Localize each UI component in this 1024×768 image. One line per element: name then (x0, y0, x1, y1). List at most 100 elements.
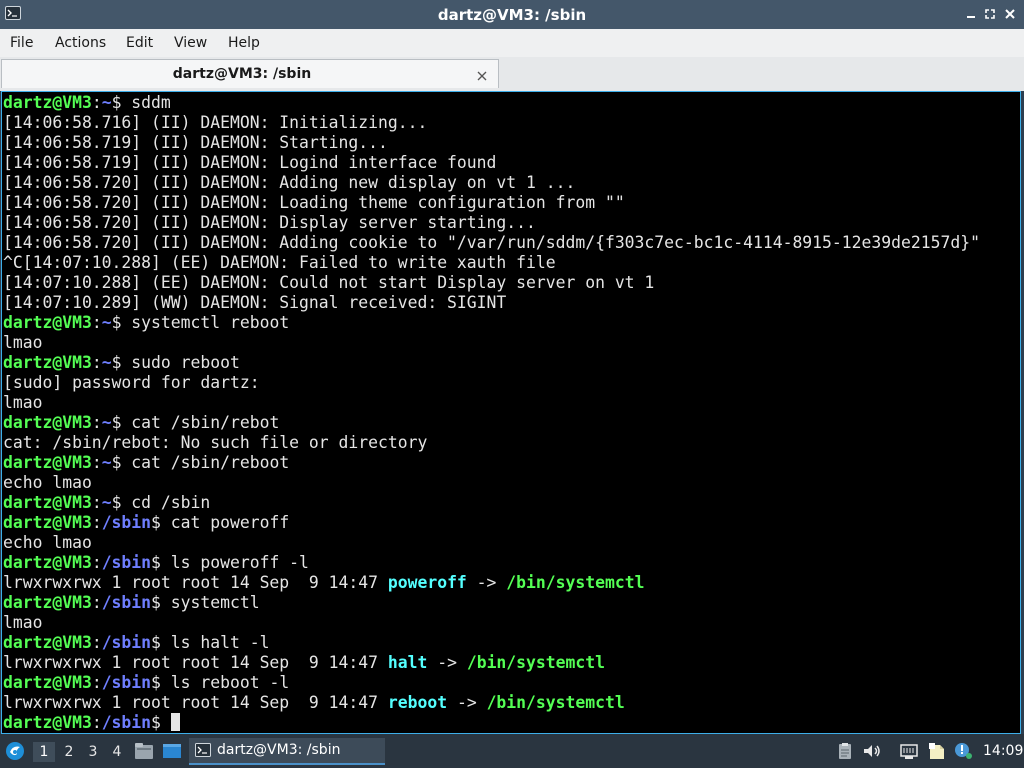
terminal-text: : (91, 593, 102, 612)
terminal-text: $ cat /sbin/reboot (111, 453, 290, 472)
terminal-line: [14:06:58.719] (II) DAEMON: Starting... (3, 133, 980, 153)
show-desktop-button[interactable] (162, 742, 182, 760)
terminal-view[interactable]: dartz@VM3:~$ sddm [14:06:58.716] (II) DAE… (1, 91, 1021, 734)
start-menu-button[interactable] (4, 740, 26, 762)
prompt-user-host: dartz@VM3 (3, 553, 92, 572)
terminal-text: echo lmao (3, 473, 92, 492)
terminal-line: [14:06:58.720] (II) DAEMON: Adding new d… (3, 173, 980, 193)
symlink-name: poweroff (387, 573, 467, 592)
prompt-user-host: dartz@VM3 (3, 313, 92, 332)
terminal-text: [14:06:58.720] (II) DAEMON: Adding new d… (3, 173, 576, 192)
terminal-line: lrwxrwxrwx 1 root root 14 Sep 9 14:47 re… (3, 693, 980, 713)
terminal-line: dartz@VM3:/sbin$ ls poweroff -l (3, 553, 980, 573)
menu-actions[interactable]: Actions (55, 35, 106, 51)
terminal-text: $ ls reboot -l (151, 673, 290, 692)
prompt-path: /sbin (101, 713, 152, 732)
prompt-path: /sbin (101, 633, 152, 652)
terminal-line: dartz@VM3:~$ cd /sbin (3, 493, 980, 513)
terminal-line: [14:06:58.719] (II) DAEMON: Logind inter… (3, 153, 980, 173)
close-button[interactable] (1003, 7, 1017, 21)
terminal-text: [14:07:10.288] (EE) DAEMON: Could not st… (3, 273, 655, 292)
terminal-text: [14:07:10.289] (WW) DAEMON: Signal recei… (3, 293, 507, 312)
terminal-text: [sudo] password for dartz: (3, 373, 260, 392)
notes-tray-button[interactable] (927, 742, 947, 760)
symlink-name: halt (387, 653, 428, 672)
terminal-line: dartz@VM3:~$ cat /sbin/rebot (3, 413, 980, 433)
prompt-path: ~ (101, 93, 112, 112)
terminal-line: lmao (3, 333, 980, 353)
terminal-text: $ sddm (111, 93, 171, 112)
workspace-2[interactable]: 2 (58, 742, 80, 762)
menu-help[interactable]: Help (228, 35, 260, 51)
file-manager-launcher[interactable] (134, 742, 154, 760)
prompt-user-host: dartz@VM3 (3, 673, 92, 692)
terminal-line: dartz@VM3:~$ systemctl reboot (3, 313, 980, 333)
symlink-target: /bin/systemctl (506, 573, 645, 592)
workspace-4[interactable]: 4 (106, 742, 128, 762)
restore-button[interactable] (983, 7, 997, 21)
prompt-path: ~ (101, 453, 112, 472)
update-notifier-tray-button[interactable] (953, 742, 973, 760)
terminal-text: lmao (3, 393, 43, 412)
terminal-text: lmao (3, 613, 43, 632)
prompt-user-host: dartz@VM3 (3, 593, 92, 612)
symlink-target: /bin/systemctl (466, 653, 605, 672)
prompt-user-host: dartz@VM3 (3, 93, 92, 112)
workspace-1[interactable]: 1 (33, 742, 55, 762)
tab-close-button[interactable] (476, 67, 488, 81)
terminal-text: [14:06:58.719] (II) DAEMON: Starting... (3, 133, 388, 152)
terminal-text: $ systemctl reboot (111, 313, 290, 332)
menu-edit[interactable]: Edit (126, 35, 153, 51)
terminal-text: -> (447, 693, 487, 712)
notes-icon (929, 743, 944, 759)
terminal-line: lmao (3, 613, 980, 633)
network-tray-button[interactable] (899, 742, 919, 760)
volume-tray-button[interactable] (862, 742, 882, 760)
window-titlebar[interactable]: dartz@VM3: /sbin (0, 0, 1024, 29)
volume-icon (864, 745, 880, 757)
terminal-line: dartz@VM3:/sbin$ ls halt -l (3, 633, 980, 653)
prompt-path: /sbin (101, 673, 152, 692)
clock[interactable]: 14:09 (983, 743, 1023, 759)
terminal-text: $ ls halt -l (151, 633, 270, 652)
terminal-cursor (170, 713, 180, 731)
terminal-line: [14:06:58.720] (II) DAEMON: Display serv… (3, 213, 980, 233)
close-icon (477, 71, 487, 81)
terminal-text: [14:06:58.716] (II) DAEMON: Initializing… (3, 113, 428, 132)
prompt-user-host: dartz@VM3 (3, 513, 92, 532)
prompt-user-host: dartz@VM3 (3, 493, 92, 512)
symlink-name: reboot (387, 693, 448, 712)
terminal-line: [14:06:58.720] (II) DAEMON: Loading them… (3, 193, 980, 213)
terminal-line: [14:06:58.716] (II) DAEMON: Initializing… (3, 113, 980, 133)
menu-file[interactable]: File (10, 35, 33, 51)
workspace-3[interactable]: 3 (82, 742, 104, 762)
prompt-path: ~ (101, 353, 112, 372)
symlink-target: /bin/systemctl (486, 693, 625, 712)
window-title: dartz@VM3: /sbin (437, 6, 587, 24)
terminal-text: lmao (3, 333, 43, 352)
minimize-button[interactable] (964, 7, 978, 21)
terminal-text: echo lmao (3, 533, 92, 552)
task-label: dartz@VM3: /sbin (217, 742, 341, 758)
tab-terminal-session[interactable]: dartz@VM3: /sbin (1, 59, 499, 88)
terminal-line: echo lmao (3, 473, 980, 493)
lxqt-start-icon (6, 742, 24, 760)
terminal-text: cat: /sbin/rebot: No such file or direct… (3, 433, 428, 452)
desktop-icon (163, 744, 181, 758)
terminal-text: $ cat poweroff (151, 513, 290, 532)
terminal-text: [14:06:58.719] (II) DAEMON: Logind inter… (3, 153, 497, 172)
terminal-text: : (91, 553, 102, 572)
terminal-line: [14:06:58.720] (II) DAEMON: Adding cooki… (3, 233, 980, 253)
terminal-text: : (91, 633, 102, 652)
menu-view[interactable]: View (174, 35, 207, 51)
folder-icon (135, 743, 153, 759)
terminal-line: dartz@VM3:/sbin$ (3, 713, 980, 733)
taskbar-task-terminal[interactable]: dartz@VM3: /sbin (189, 738, 385, 765)
terminal-text: : (91, 713, 102, 732)
menu-bar: File Actions Edit View Help (0, 29, 1024, 57)
prompt-user-host: dartz@VM3 (3, 453, 92, 472)
terminal-line: dartz@VM3:~$ sddm (3, 93, 980, 113)
prompt-path: /sbin (101, 513, 152, 532)
clipboard-tray-button[interactable] (835, 742, 855, 760)
terminal-text: $ (151, 713, 171, 732)
